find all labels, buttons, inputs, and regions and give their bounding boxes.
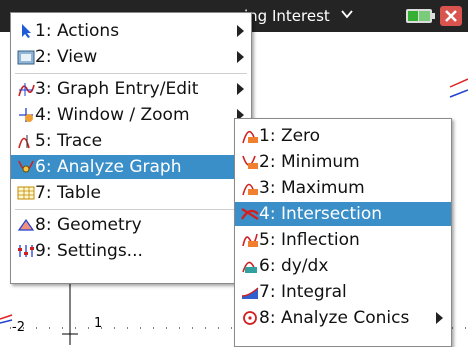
menu-item-geometry[interactable]: 8: Geometry — [11, 213, 251, 237]
curve-blue-left — [0, 319, 13, 324]
arrow-pointer-icon — [22, 24, 31, 38]
curve-red-left — [0, 314, 13, 320]
app-window: ing Interest -2 1 1: Actions 2: View 3: … — [0, 0, 468, 347]
intersection-icon — [241, 207, 259, 221]
dydx-icon — [242, 261, 257, 273]
graph-entry-icon — [18, 83, 35, 97]
document-title[interactable]: ing Interest — [244, 7, 353, 25]
submenu-arrow-icon — [237, 25, 244, 37]
submenu-item-intersection[interactable]: 4: Intersection — [235, 202, 451, 226]
tick-label-neg2: -2 — [12, 320, 25, 335]
main-menu: 1: Actions 2: View 3: Graph Entry/Edit 4… — [10, 12, 252, 284]
conics-icon — [243, 311, 257, 325]
menu-item-window-zoom[interactable]: 4: Window / Zoom — [11, 103, 251, 127]
submenu-item-analyze-conics[interactable]: 8: Analyze Conics — [235, 306, 451, 330]
zero-icon — [242, 130, 258, 144]
close-button[interactable] — [440, 6, 462, 26]
minimum-icon — [242, 155, 258, 169]
menu-item-graph-entry[interactable]: 3: Graph Entry/Edit — [11, 77, 251, 101]
submenu-item-zero[interactable]: 1: Zero — [235, 124, 451, 148]
battery-icon — [406, 9, 435, 23]
submenu-arrow-icon — [237, 83, 244, 95]
integral-icon — [241, 287, 259, 299]
analyze-graph-icon — [18, 160, 34, 173]
analyze-graph-submenu: 1: Zero 2: Minimum 3: Maximum 4: Interse… — [234, 118, 452, 347]
window-zoom-icon — [19, 108, 33, 122]
curve-blue-right — [449, 89, 468, 98]
table-icon — [17, 186, 35, 200]
inflection-icon — [242, 233, 258, 247]
menu-item-analyze-graph[interactable]: 6: Analyze Graph — [11, 155, 251, 179]
geometry-icon — [17, 218, 35, 231]
view-icon — [17, 50, 35, 65]
tick-label-1: 1 — [94, 316, 103, 331]
chevron-down-icon — [340, 10, 353, 19]
menu-item-settings[interactable]: 9: Settings... — [11, 239, 251, 263]
menu-item-actions[interactable]: 1: Actions — [11, 19, 251, 43]
submenu-item-inflection[interactable]: 5: Inflection — [235, 228, 451, 252]
submenu-arrow-icon — [436, 312, 443, 324]
submenu-item-maximum[interactable]: 3: Maximum — [235, 176, 451, 200]
trace-icon — [18, 135, 30, 149]
document-title-label: ing Interest — [244, 7, 330, 25]
curve-red-right — [449, 78, 468, 88]
submenu-item-integral[interactable]: 7: Integral — [235, 280, 451, 304]
menu-divider — [15, 73, 247, 74]
menu-item-table[interactable]: 7: Table — [11, 181, 251, 205]
menu-divider — [15, 209, 247, 210]
submenu-arrow-icon — [237, 51, 244, 63]
submenu-item-dydx[interactable]: 6: dy/dx — [235, 254, 451, 278]
close-icon — [445, 10, 457, 22]
menu-item-view[interactable]: 2: View — [11, 45, 251, 69]
maximum-icon — [242, 183, 258, 196]
submenu-item-minimum[interactable]: 2: Minimum — [235, 150, 451, 174]
menu-item-trace[interactable]: 5: Trace — [11, 129, 251, 153]
settings-icon — [18, 245, 34, 257]
